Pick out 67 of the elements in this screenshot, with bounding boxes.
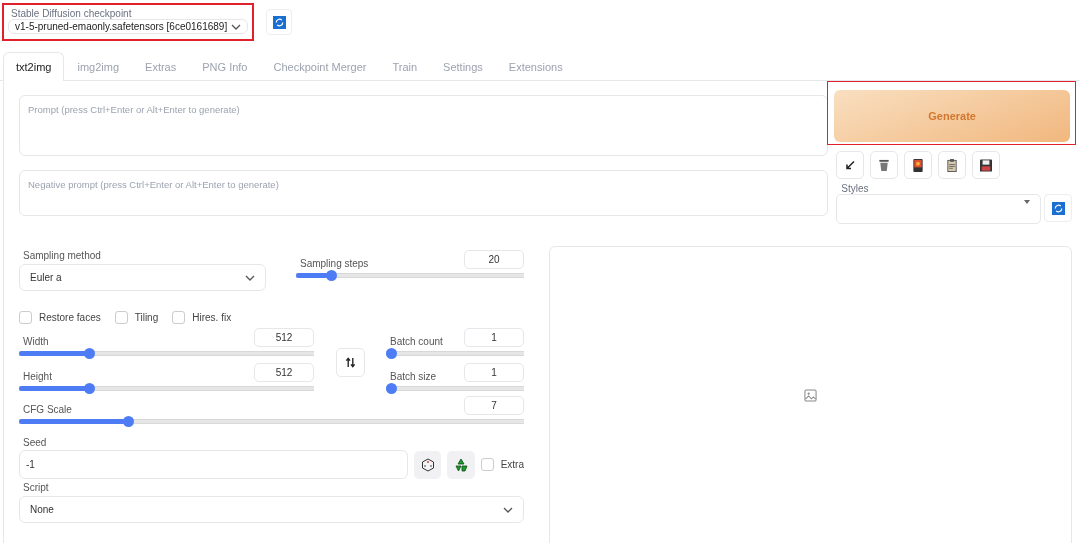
arrow-button[interactable] (836, 151, 865, 179)
swap-arrows-icon (344, 356, 356, 368)
checkbox-label: Hires. fix (192, 312, 232, 323)
styles-label: Styles (841, 183, 870, 194)
seed-field[interactable]: -1 (19, 450, 408, 479)
chevron-icon (245, 274, 255, 281)
tab[interactable]: txt2img (3, 52, 65, 81)
image-icon (804, 388, 817, 402)
checkbox[interactable] (114, 311, 128, 324)
dice-icon (420, 457, 435, 472)
clipboard-button[interactable] (938, 151, 967, 179)
checkbox-label: Restore faces (39, 312, 101, 323)
cfg-scale-label: CFG Scale (22, 404, 72, 415)
refresh-button[interactable] (1044, 194, 1072, 222)
card-button[interactable] (904, 151, 933, 179)
number-field[interactable]: 7 (464, 396, 524, 415)
script-label: Script (22, 482, 50, 493)
slider-thumb[interactable] (386, 348, 397, 359)
slider[interactable] (386, 383, 524, 394)
checkbox[interactable] (19, 311, 32, 324)
number-field[interactable]: 512 (254, 328, 314, 347)
refresh-icon (1051, 201, 1065, 215)
sampling-steps-label: Sampling steps (299, 258, 369, 269)
checkbox-label: Extra (500, 459, 524, 470)
script-value: None (30, 504, 54, 515)
slider[interactable] (386, 348, 524, 359)
slider-label: Batch size (389, 371, 437, 382)
slider-label: Width (22, 336, 49, 347)
slider-label: Height (22, 371, 52, 382)
save-button[interactable] (972, 151, 1001, 179)
refresh-icon (272, 15, 286, 29)
slider-thumb[interactable] (122, 416, 134, 427)
checkbox[interactable] (480, 458, 494, 471)
sampling-method-value: Euler a (30, 272, 62, 283)
chevron-icon (503, 506, 513, 513)
card-icon (912, 158, 925, 172)
number-field[interactable]: 512 (254, 363, 314, 382)
dropdown-arrow-icon (1024, 200, 1030, 204)
checkpoint-dropdown[interactable]: Stable Diffusion checkpoint v1-5-pruned-emaonly.safetensors [6ce0161689] (2, 3, 254, 41)
seed-label: Seed (22, 437, 48, 448)
sampling-method-dropdown[interactable]: Euler a (19, 264, 266, 291)
prompt-field[interactable]: Prompt (press Ctrl+Enter or Alt+Enter to generate) (19, 95, 829, 156)
trash-icon (878, 158, 891, 172)
script-dropdown[interactable]: None (19, 496, 524, 523)
checkpoint-label: Stable Diffusion checkpoint (10, 8, 133, 19)
slider-label: Batch count (389, 336, 443, 347)
negative-prompt-field[interactable]: Negative prompt (press Ctrl+Enter or Alt+Enter to generate) (19, 170, 829, 216)
slider-thumb[interactable] (386, 383, 397, 394)
slider-thumb[interactable] (84, 383, 96, 394)
checkpoint-value: v1-5-pruned-emaonly.safetensors [6ce0161689] (15, 21, 228, 32)
number-field[interactable]: 1 (464, 328, 524, 347)
slider-thumb[interactable] (326, 270, 338, 281)
checkbox[interactable] (172, 311, 186, 324)
checkbox-label: Tiling (134, 312, 159, 323)
trash-button[interactable] (870, 151, 899, 179)
chevron-icon (231, 23, 241, 30)
number-field[interactable]: 1 (464, 363, 524, 382)
sampling-method-label: Sampling method (22, 250, 102, 261)
recycle-button[interactable] (447, 450, 475, 479)
number-field[interactable]: 20 (464, 250, 524, 269)
arrow-icon (844, 158, 857, 172)
slider-thumb[interactable] (84, 348, 96, 359)
dice-button[interactable] (413, 450, 442, 479)
recycle-icon (453, 457, 468, 472)
clipboard-icon (946, 158, 959, 172)
refresh-button[interactable] (266, 9, 292, 35)
swap-button[interactable] (335, 347, 365, 377)
